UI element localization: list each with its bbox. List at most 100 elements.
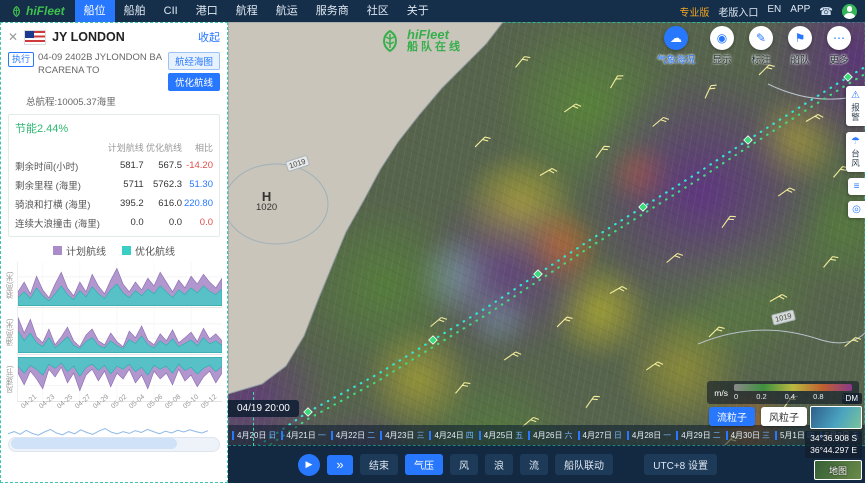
- map-tool-显示[interactable]: ◉ 显示: [710, 26, 734, 66]
- nav-right-APP[interactable]: APP: [790, 4, 810, 19]
- nav-item-服务商[interactable]: 服务商: [307, 0, 358, 22]
- side-tabs: ⚠ 报警 ☂ 台风 ≡ ◎: [846, 86, 865, 218]
- scale-tick: 0.4: [784, 392, 796, 401]
- nav-item-关于[interactable]: 关于: [398, 0, 438, 22]
- 船队-icon: ⚑: [788, 26, 812, 50]
- slider-track[interactable]: [8, 437, 220, 452]
- main-menu: 船位 船舶 CII 港口 航程 航运 服务商 社区 关于: [74, 0, 438, 22]
- map-tool-气象海况[interactable]: ☁ 气象海况: [657, 26, 695, 66]
- timeline-date[interactable]: 4月30日三: [725, 430, 770, 441]
- chart-风速(节): 风速(节): [4, 356, 222, 402]
- particle-button-流粒子[interactable]: 流粒子: [709, 407, 755, 426]
- map-tools: ☁ 气象海况 ◉ 显示 ✎ 标注 ⚑ 船队 ⋯ 更多: [657, 26, 851, 66]
- user-avatar[interactable]: [842, 3, 857, 19]
- timeline-date[interactable]: 4月25日五: [478, 430, 523, 441]
- cursor-coordinates: 34°36.908 S 36°44.297 E: [805, 431, 862, 458]
- timeline-date[interactable]: 4月23日三: [380, 430, 424, 441]
- side-tab-报警[interactable]: ⚠ 报警: [846, 86, 865, 126]
- nav-item-CII[interactable]: CII: [155, 0, 187, 22]
- chart-x-axis: 04-21 04-23 04-25 04-27 04-29 05-02 05-04 05-06…: [0, 393, 228, 425]
- voyage-row: 执行 04-09 2402B JYLONDON BARCARENA TO 航经海…: [0, 50, 228, 93]
- ctrl-button-风[interactable]: 风: [450, 454, 478, 475]
- panel-header: ✕ JY LONDON 收起: [0, 22, 228, 50]
- energy-saving-label: 节能2.44%: [15, 123, 69, 135]
- layer-buttons: 结束 气压风浪流船队联动: [360, 454, 613, 475]
- nav-right-老版入口[interactable]: 老版入口: [718, 4, 758, 19]
- chart-range-slider[interactable]: [8, 427, 220, 453]
- scale-gradient-bar: [734, 384, 852, 391]
- side-tab-台风[interactable]: ☂ 台风: [846, 132, 865, 172]
- legend-item: 优化航线: [122, 243, 175, 258]
- brand-text: hiFleet: [26, 4, 65, 18]
- basemap-toggle-button[interactable]: 地图: [814, 460, 862, 480]
- scale-tick: 0.2: [756, 392, 767, 401]
- ctrl-button-浪[interactable]: 浪: [485, 454, 513, 475]
- optimize-route-button[interactable]: 优化航线: [167, 73, 220, 91]
- timeline-date[interactable]: 4月20日日: [232, 430, 276, 441]
- table-header: 计划航线: [107, 143, 144, 153]
- side-icon-button-0[interactable]: ≡: [848, 178, 865, 195]
- brand-logo[interactable]: hiFleet: [0, 4, 75, 18]
- nav-item-航程[interactable]: 航程: [227, 0, 267, 22]
- particle-button-风粒子[interactable]: 风粒子: [761, 407, 807, 426]
- side-icon-button-1[interactable]: ◎: [848, 201, 865, 218]
- stats-box: 节能2.44% 计划航线 优化航线 相比 剩余时间(小时) 581.7 567.5 -14.…: [8, 114, 220, 237]
- exec-badge: 执行: [8, 52, 35, 67]
- collapse-button[interactable]: 收起: [198, 29, 220, 45]
- 报警-icon: ⚠: [851, 90, 860, 101]
- table-row: 骑浪和打横 (海里) 395.2 616.0 220.80: [15, 198, 213, 211]
- nav-item-航运[interactable]: 航运: [267, 0, 307, 22]
- map-tool-更多[interactable]: ⋯ 更多: [827, 26, 851, 66]
- ctrl-button-流[interactable]: 流: [520, 454, 548, 475]
- timeline-date[interactable]: 4月24日四: [429, 430, 474, 441]
- voyage-text: 04-09 2402B JYLONDON BARCARENA TO: [38, 52, 163, 76]
- map-tool-标注[interactable]: ✎ 标注: [749, 26, 773, 66]
- nav-right-links: 专业版 老版入口 EN APP: [679, 4, 810, 19]
- nautical-chart-button[interactable]: 航经海图: [167, 52, 220, 70]
- nav-item-船位[interactable]: 船位: [74, 0, 115, 22]
- table-row: 剩余时间(小时) 581.7 567.5 -14.20: [15, 160, 213, 173]
- current-time-label: 04/19 20:00: [228, 400, 299, 417]
- nav-item-港口[interactable]: 港口: [187, 0, 227, 22]
- table-row: 剩余里程 (海里) 5711 5762.3 51.30: [15, 179, 213, 192]
- chart-涌高(米): 涌高(米): [4, 309, 222, 355]
- play-button[interactable]: ▶: [298, 453, 320, 476]
- satellite-thumbnail[interactable]: [810, 406, 862, 430]
- watermark-leaf-icon: [383, 29, 397, 52]
- chart-ylabel: 风速(节): [5, 365, 14, 393]
- nav-right-专业版[interactable]: 专业版: [679, 4, 709, 19]
- weather-map[interactable]: H 1020 1019 1019 hiFleet 船队在线 ☁ 气象海况 ◉ 显示 ✎ 标…: [228, 22, 865, 483]
- ctrl-button-船队联动[interactable]: 船队联动: [555, 454, 613, 475]
- timeline-date[interactable]: 4月27日日: [577, 430, 622, 441]
- ship-flag-icon: [24, 29, 47, 45]
- timeline-date[interactable]: 4月29日二: [676, 430, 721, 441]
- timeline-date[interactable]: 4月22日二: [330, 430, 375, 441]
- table-header: 相比: [194, 143, 213, 153]
- voyage-panel: ✕ JY LONDON 收起 执行 04-09 2402B JYLONDON B…: [0, 22, 228, 483]
- 更多-icon: ⋯: [827, 26, 851, 50]
- nav-right-EN[interactable]: EN: [767, 4, 781, 19]
- nav-item-社区[interactable]: 社区: [358, 0, 398, 22]
- chart-ylabel: 浪高(米): [5, 271, 14, 299]
- ctrl-button-气压[interactable]: 气压: [405, 454, 443, 475]
- map-tool-船队[interactable]: ⚑ 船队: [788, 26, 812, 66]
- 标注-icon: ✎: [749, 26, 773, 50]
- pressure-high-label: H 1020: [256, 189, 278, 213]
- timezone-settings-button[interactable]: UTC+8 设置: [644, 454, 717, 475]
- date-timeline[interactable]: 4月20日日 4月21日一 4月22日二 4月23日三 4月24日四 4月25日五 4月26…: [228, 425, 865, 446]
- chart-浪高(米): 浪高(米): [4, 262, 222, 308]
- chart-ylabel: 涌高(米): [5, 318, 14, 346]
- fast-forward-button[interactable]: »: [327, 454, 353, 475]
- timeline-date[interactable]: 4月21日一: [281, 430, 326, 441]
- timeline-date[interactable]: 4月28日一: [626, 430, 671, 441]
- ctrl-button-结束[interactable]: 结束: [360, 454, 398, 475]
- close-icon[interactable]: ✕: [8, 30, 18, 44]
- nav-item-船舶[interactable]: 船舶: [115, 0, 155, 22]
- phone-icon[interactable]: ☎: [819, 5, 833, 18]
- ship-name: JY LONDON: [52, 30, 125, 44]
- slider-selection[interactable]: [11, 438, 177, 449]
- 台风-icon: ☂: [851, 136, 860, 147]
- dm-badge: DM: [841, 393, 862, 405]
- leaf-logo-icon: [13, 5, 20, 17]
- timeline-date[interactable]: 4月26日六: [528, 430, 573, 441]
